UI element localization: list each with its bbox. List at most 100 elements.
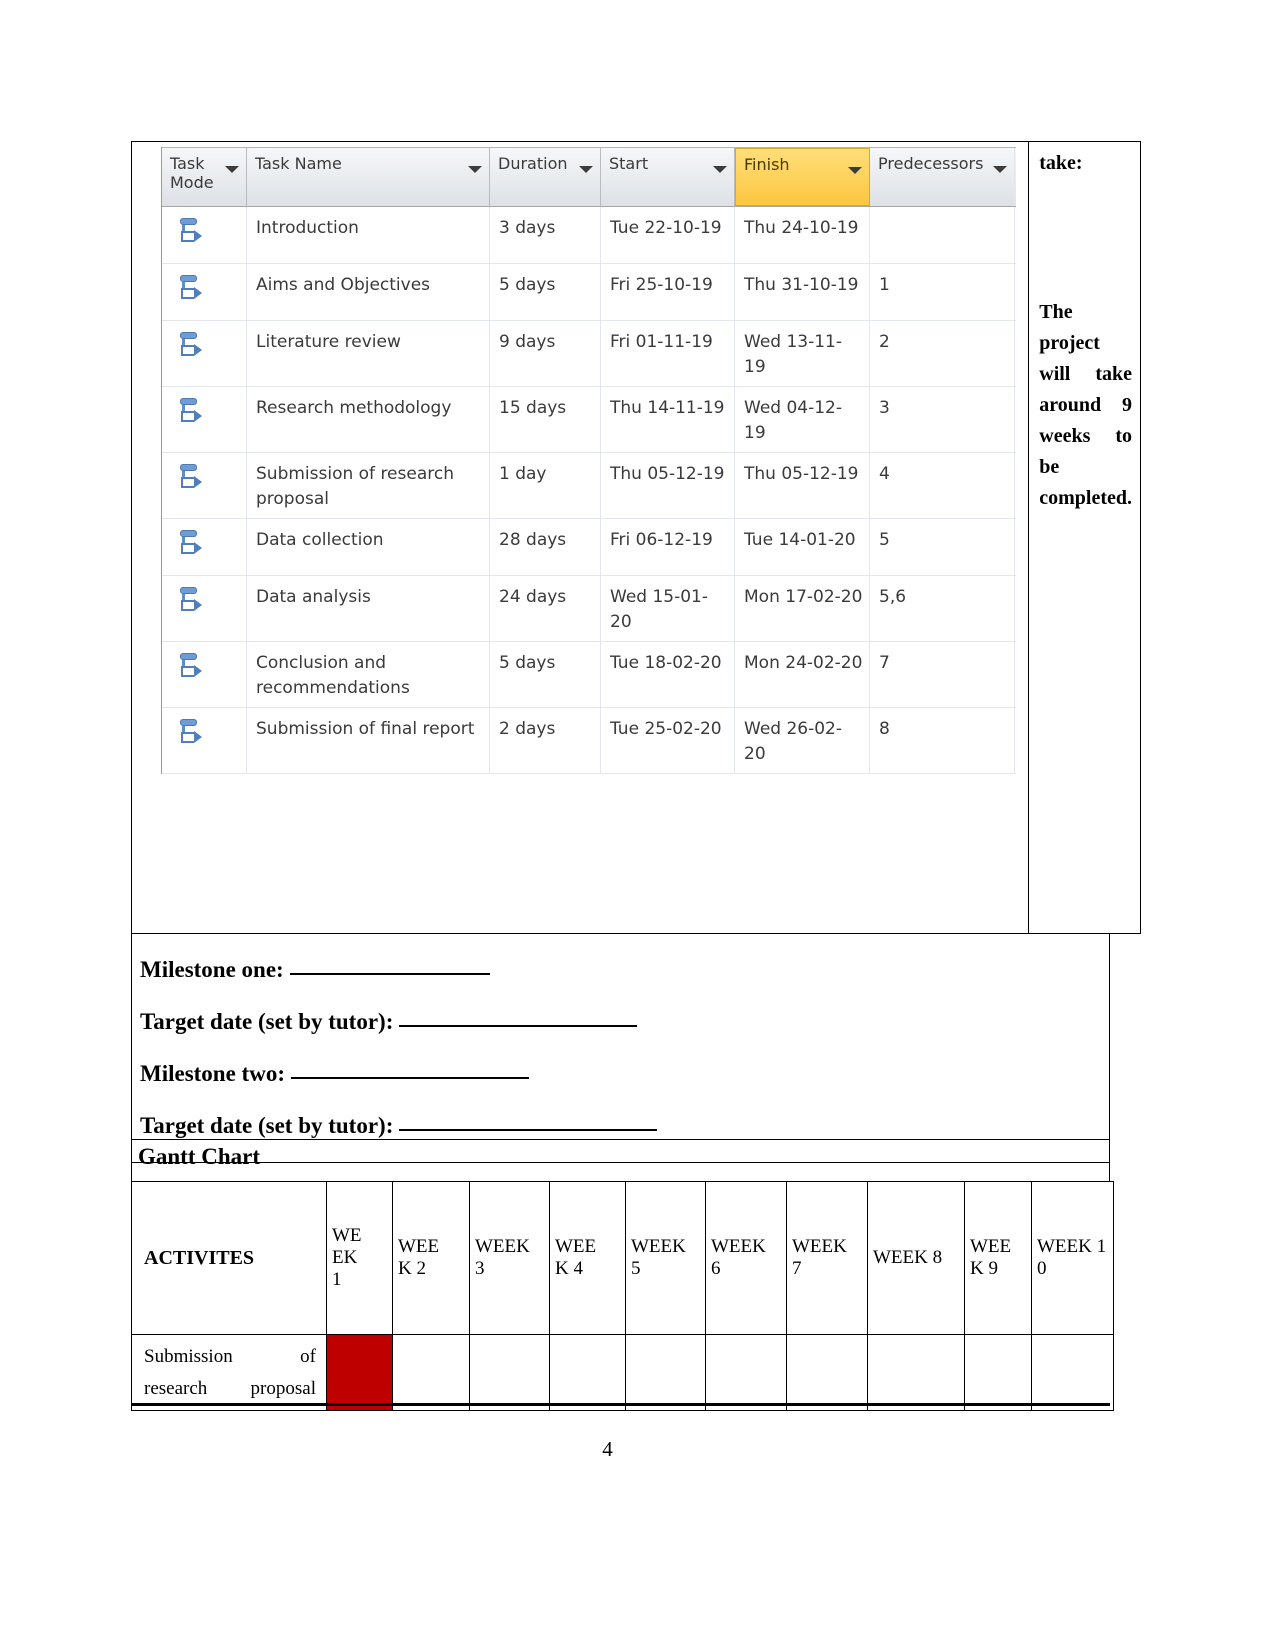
task-finish-cell[interactable]: Thu 31-10-19 xyxy=(735,264,870,320)
task-start-cell[interactable]: Thu 05-12-19 xyxy=(601,453,735,518)
chevron-down-icon[interactable] xyxy=(225,166,239,173)
chevron-down-icon[interactable] xyxy=(993,166,1007,173)
column-header-start[interactable]: Start xyxy=(601,148,735,206)
gantt-bar-cell-empty[interactable] xyxy=(867,1334,965,1411)
task-mode-cell[interactable] xyxy=(162,321,247,386)
task-start-cell[interactable]: Fri 01-11-19 xyxy=(601,321,735,386)
task-start-cell[interactable]: Fri 06-12-19 xyxy=(601,519,735,575)
gantt-bar-cell-empty[interactable] xyxy=(469,1334,550,1411)
gantt-bar-cell-empty[interactable] xyxy=(705,1334,787,1411)
milestone-section: Milestone one: Target date (set by tutor… xyxy=(131,934,1110,1163)
task-duration-cell[interactable]: 3 days xyxy=(490,207,601,263)
gantt-week-header-text: 3 xyxy=(475,1258,485,1279)
task-mode-cell[interactable] xyxy=(162,708,247,773)
milestone-two-input[interactable] xyxy=(291,1077,529,1079)
task-finish-cell[interactable]: Wed 26-02-20 xyxy=(735,708,870,773)
chevron-down-icon[interactable] xyxy=(468,166,482,173)
gantt-bar-cell-empty[interactable] xyxy=(625,1334,706,1411)
task-predecessors-cell[interactable]: 7 xyxy=(870,642,1015,707)
task-finish-cell[interactable]: Tue 14-01-20 xyxy=(735,519,870,575)
task-name-cell[interactable]: Literature review xyxy=(247,321,490,386)
task-name-cell[interactable]: Submission of research proposal xyxy=(247,453,490,518)
task-start-cell[interactable]: Tue 22-10-19 xyxy=(601,207,735,263)
task-mode-cell[interactable] xyxy=(162,264,247,320)
task-start-cell[interactable]: Tue 18-02-20 xyxy=(601,642,735,707)
task-mode-cell[interactable] xyxy=(162,207,247,263)
gantt-bar-cell-empty[interactable] xyxy=(549,1334,626,1411)
chevron-down-icon[interactable] xyxy=(848,167,862,174)
project-task-row[interactable]: Introduction 3 days Tue 22-10-19 Thu 24-10-… xyxy=(162,207,1016,264)
task-duration-cell[interactable]: 2 days xyxy=(490,708,601,773)
gantt-chart-heading: Gantt Chart xyxy=(131,1139,1110,1181)
gantt-week-header-text: K 4 xyxy=(555,1258,583,1279)
target-date-two-label: Target date (set by tutor): xyxy=(140,1113,394,1138)
task-finish-cell[interactable]: Wed 13-11-19 xyxy=(735,321,870,386)
task-predecessors-cell[interactable]: 3 xyxy=(870,387,1015,452)
project-task-row[interactable]: Data collection 28 days Fri 06-12-19 Tue 14… xyxy=(162,519,1016,576)
task-mode-cell[interactable] xyxy=(162,453,247,518)
task-predecessors-cell[interactable]: 1 xyxy=(870,264,1015,320)
task-predecessors-cell[interactable]: 2 xyxy=(870,321,1015,386)
task-mode-cell[interactable] xyxy=(162,519,247,575)
task-name-cell[interactable]: Aims and Objectives xyxy=(247,264,490,320)
column-header-predecessors-label: Predecessors xyxy=(878,154,984,173)
task-predecessors-cell[interactable]: 5 xyxy=(870,519,1015,575)
task-predecessors-cell[interactable] xyxy=(870,207,1015,263)
task-finish-cell[interactable]: Thu 05-12-19 xyxy=(735,453,870,518)
gantt-bar-cell-empty[interactable] xyxy=(1031,1334,1114,1411)
column-header-duration[interactable]: Duration xyxy=(490,148,601,206)
task-duration-cell[interactable]: 15 days xyxy=(490,387,601,452)
task-start-cell[interactable]: Fri 25-10-19 xyxy=(601,264,735,320)
gantt-bar-cell-filled[interactable] xyxy=(326,1334,393,1411)
task-name-cell[interactable]: Research methodology xyxy=(247,387,490,452)
gantt-bar-cell-empty[interactable] xyxy=(392,1334,470,1411)
task-start-cell[interactable]: Tue 25-02-20 xyxy=(601,708,735,773)
task-duration-cell[interactable]: 9 days xyxy=(490,321,601,386)
task-name-cell[interactable]: Data analysis xyxy=(247,576,490,641)
task-name-cell[interactable]: Conclusion and recommendations xyxy=(247,642,490,707)
task-predecessors-cell[interactable]: 8 xyxy=(870,708,1015,773)
milestone-one-input[interactable] xyxy=(289,973,490,975)
task-name-cell[interactable]: Submission of final report xyxy=(247,708,490,773)
task-mode-cell[interactable] xyxy=(162,387,247,452)
task-duration-cell[interactable]: 5 days xyxy=(490,642,601,707)
gantt-week-header-text: WEEK xyxy=(792,1236,847,1257)
task-name-cell[interactable]: Introduction xyxy=(247,207,490,263)
task-predecessors-cell[interactable]: 4 xyxy=(870,453,1015,518)
chevron-down-icon[interactable] xyxy=(579,166,593,173)
column-header-task-name[interactable]: Task Name xyxy=(247,148,490,206)
task-duration-cell[interactable]: 5 days xyxy=(490,264,601,320)
gantt-week-header-text: WEEK 1 xyxy=(1037,1236,1107,1257)
project-task-row[interactable]: Aims and Objectives 5 days Fri 25-10-19 Thu… xyxy=(162,264,1016,321)
task-finish-cell[interactable]: Mon 17-02-20 xyxy=(735,576,870,641)
project-task-row[interactable]: Literature review 9 days Fri 01-11-19 Wed 1… xyxy=(162,321,1016,387)
column-header-task-mode[interactable]: Task Mode xyxy=(162,148,247,206)
gantt-bar-cell-empty[interactable] xyxy=(786,1334,868,1411)
task-mode-cell[interactable] xyxy=(162,642,247,707)
ms-project-screenshot: Task Mode Task Name Duration Start Finis… xyxy=(161,147,1016,774)
task-finish-cell[interactable]: Thu 24-10-19 xyxy=(735,207,870,263)
task-name-cell[interactable]: Data collection xyxy=(247,519,490,575)
task-finish-cell[interactable]: Wed 04-12-19 xyxy=(735,387,870,452)
chevron-down-icon[interactable] xyxy=(713,166,727,173)
task-duration-cell[interactable]: 1 day xyxy=(490,453,601,518)
task-mode-cell[interactable] xyxy=(162,576,247,641)
gantt-bar-cell-empty[interactable] xyxy=(964,1334,1032,1411)
column-header-finish[interactable]: Finish xyxy=(735,148,870,206)
section-divider xyxy=(131,1403,1110,1406)
target-date-two-input[interactable] xyxy=(399,1129,658,1131)
task-duration-cell[interactable]: 24 days xyxy=(490,576,601,641)
project-task-row[interactable]: Conclusion and recommendations 5 days Tue … xyxy=(162,642,1016,708)
task-start-cell[interactable]: Thu 14-11-19 xyxy=(601,387,735,452)
column-header-predecessors[interactable]: Predecessors xyxy=(870,148,1015,206)
project-task-row[interactable]: Research methodology 15 days Thu 14-11-19 W… xyxy=(162,387,1016,453)
auto-schedule-icon xyxy=(179,719,202,745)
project-task-row[interactable]: Submission of final report 2 days Tue 25-0… xyxy=(162,708,1016,774)
project-task-row[interactable]: Submission of research proposal 1 day Thu … xyxy=(162,453,1016,519)
target-date-one-input[interactable] xyxy=(399,1025,638,1027)
task-finish-cell[interactable]: Mon 24-02-20 xyxy=(735,642,870,707)
task-duration-cell[interactable]: 28 days xyxy=(490,519,601,575)
task-start-cell[interactable]: Wed 15-01-20 xyxy=(601,576,735,641)
task-predecessors-cell[interactable]: 5,6 xyxy=(870,576,1015,641)
project-task-row[interactable]: Data analysis 24 days Wed 15-01-20 Mon 17-0… xyxy=(162,576,1016,642)
